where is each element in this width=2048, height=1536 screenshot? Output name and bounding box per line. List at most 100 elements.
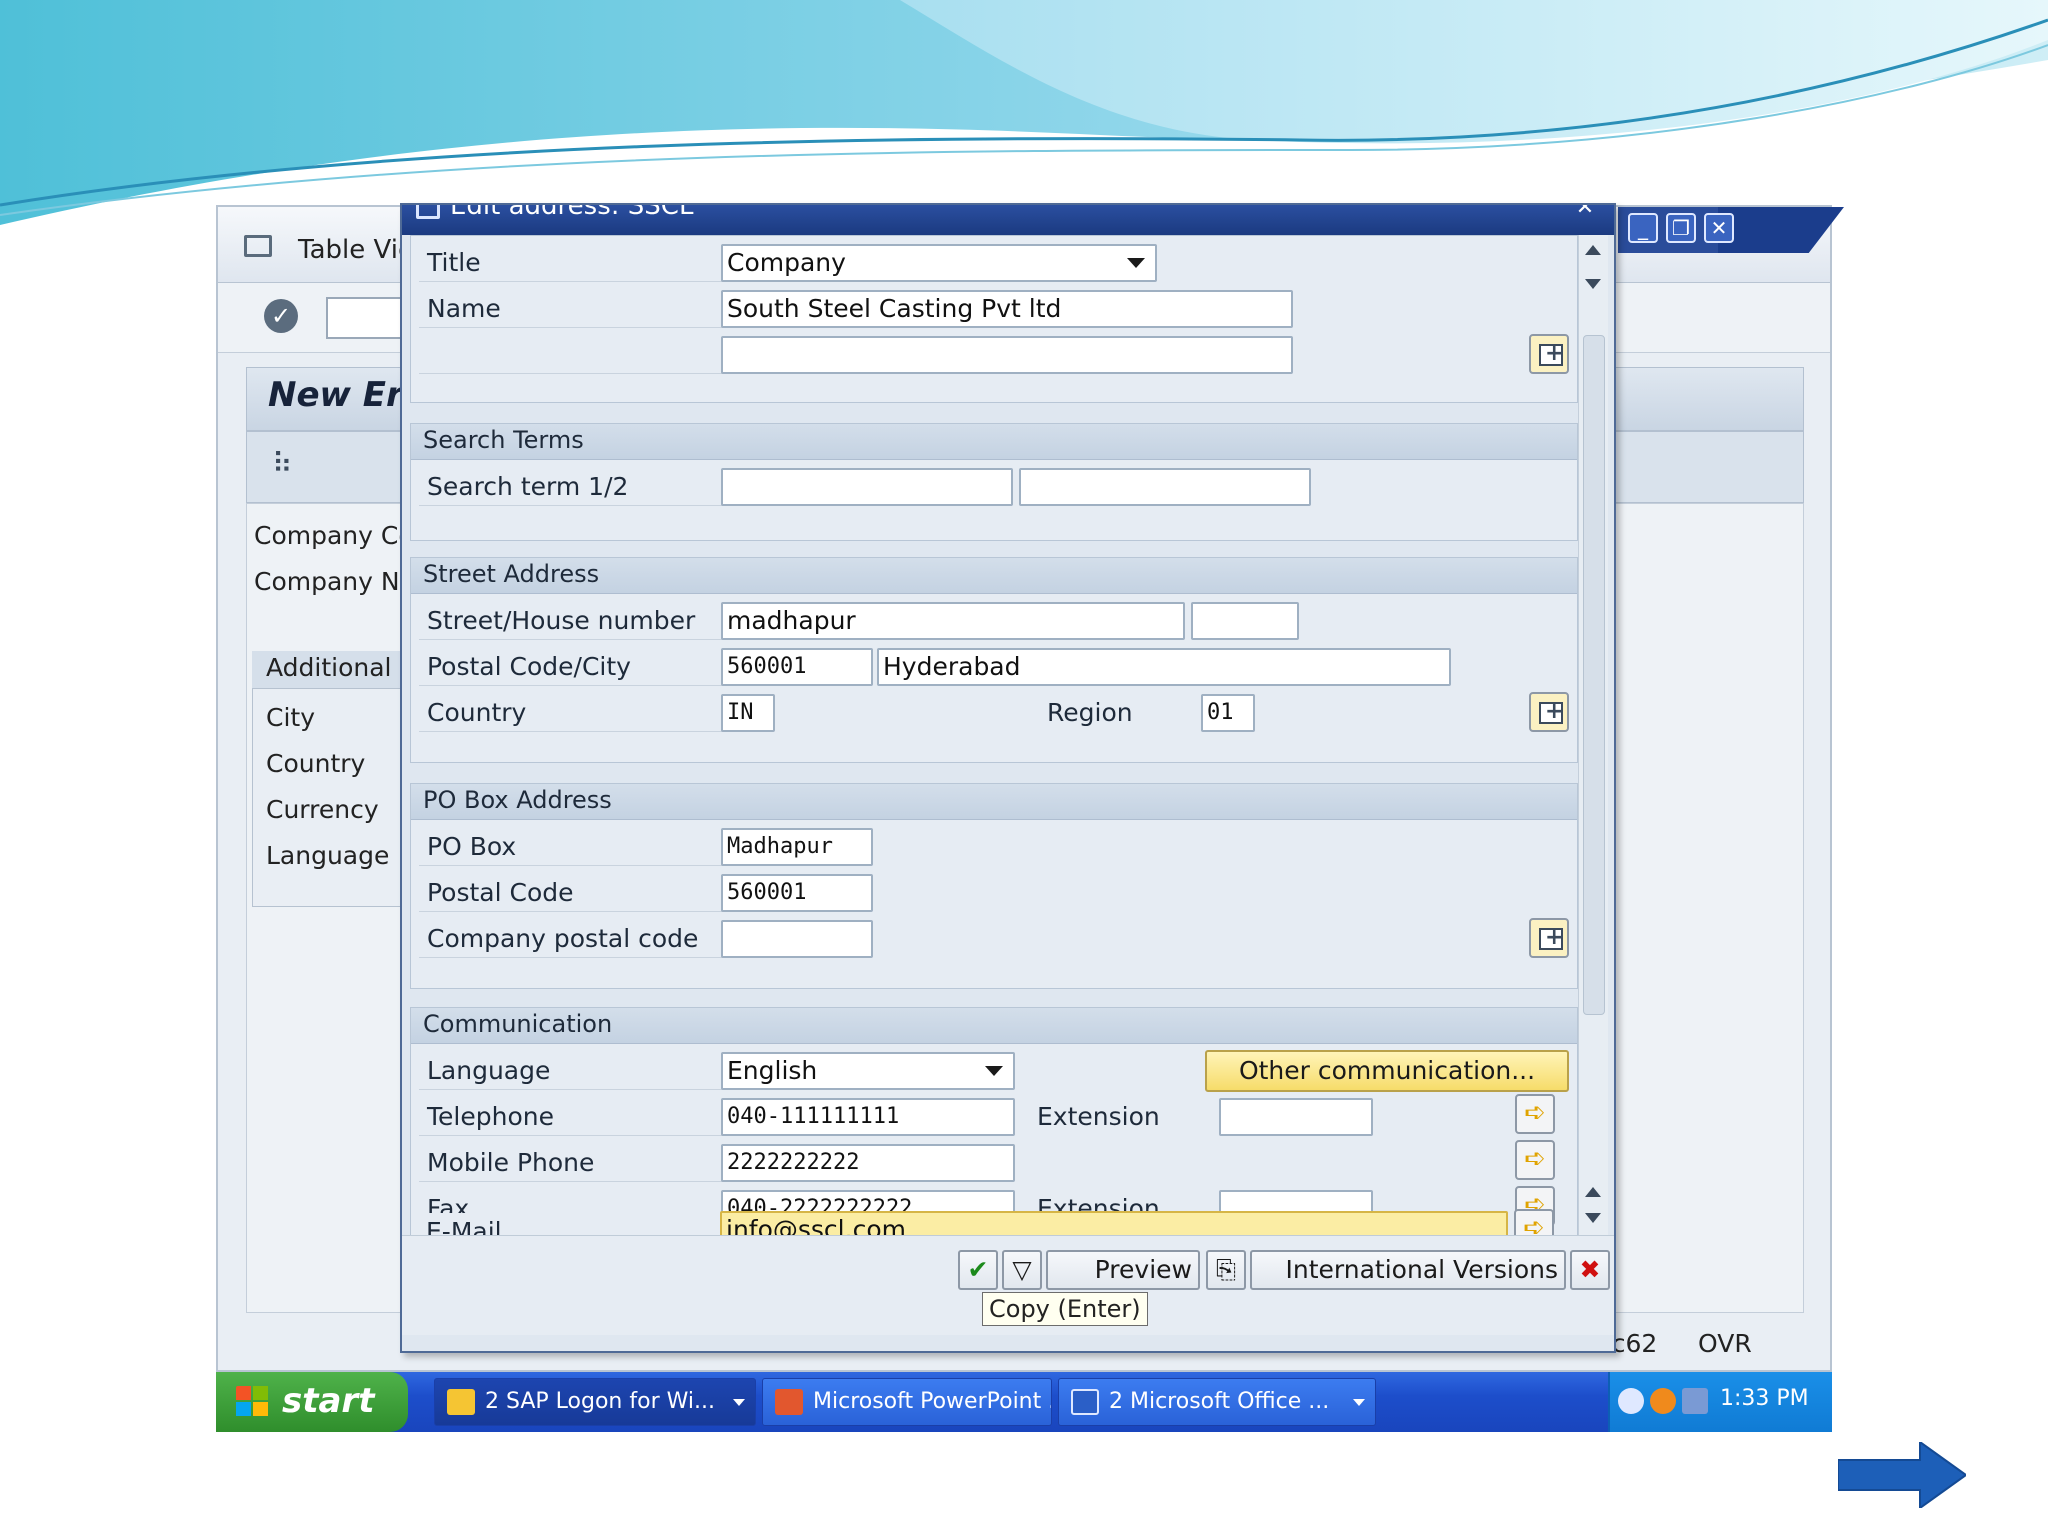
telephone-arrow-icon[interactable]: ➪ [1515,1094,1555,1134]
clock: 1:33 PM [1720,1386,1809,1411]
telephone-extension-field[interactable] [1219,1098,1373,1136]
city-field[interactable]: Hyderabad [877,648,1451,686]
sap-logon-icon [447,1389,475,1415]
status-mode: OVR [1698,1329,1752,1358]
hierarchy-icon[interactable]: ⠷ [272,447,293,480]
dialog-title-bar: Edit address: SSCL ✕ [402,205,1614,235]
show-hidden-icons-icon[interactable] [1618,1388,1644,1414]
menu-table-view[interactable]: Table Vie [298,235,414,265]
po-box-group: PO Box Address PO Box Madhapur Postal Co… [410,783,1578,989]
network-icon[interactable] [1682,1388,1708,1414]
expand-name-icon[interactable] [1529,334,1569,374]
name-label: Name [419,290,725,328]
scroll-thumb[interactable] [1583,335,1605,1015]
house-number-field[interactable] [1191,602,1299,640]
label-language: Language [266,841,390,870]
region-field[interactable]: 01 [1201,694,1255,732]
region-label: Region [1047,698,1133,727]
minimize-icon[interactable]: _ [1628,213,1658,243]
windows-logo-icon [236,1386,270,1418]
preview-label: Preview [1094,1255,1192,1284]
scroll-down-icon[interactable] [1585,1213,1601,1223]
chevron-down-icon[interactable] [985,1066,1003,1076]
international-versions-button[interactable]: International Versions [1250,1250,1566,1290]
cancel-x-icon[interactable]: ✖ [1570,1250,1610,1290]
search-term-1-field[interactable] [721,468,1013,506]
scroll-up-icon[interactable] [1585,245,1601,255]
mobile-field[interactable]: 2222222222 [721,1144,1015,1182]
dialog-body: Title Company Name South Steel Casting P… [410,235,1578,1235]
country-label: Country [419,694,725,732]
po-postal-field[interactable]: 560001 [721,874,873,912]
search-terms-header: Search Terms [411,424,1577,460]
postal-code-field[interactable]: 560001 [721,648,873,686]
preview-button[interactable]: Preview [1046,1250,1200,1290]
dialog-icon [416,205,440,219]
telephone-label: Telephone [419,1098,725,1136]
search-term-label: Search term 1/2 [419,468,725,506]
next-arrow-icon[interactable] [1838,1442,1966,1508]
edit-address-dialog: Edit address: SSCL ✕ Title Company Name … [400,203,1616,1353]
task-label: Microsoft PowerPoint ... [813,1389,1052,1414]
language-select[interactable]: English [721,1052,1015,1090]
restore-icon[interactable]: ❐ [1666,213,1696,243]
search-term-2-field[interactable] [1019,468,1311,506]
command-field[interactable] [326,297,406,339]
communication-header: Communication [411,1008,1577,1044]
copy-icon[interactable]: ▽ [1002,1250,1042,1290]
international-versions-label: International Versions [1285,1255,1558,1284]
enter-check-icon[interactable]: ✓ [264,299,298,333]
name-field[interactable]: South Steel Casting Pvt ltd [721,290,1293,328]
task-label: 2 Microsoft Office ... [1109,1389,1330,1414]
other-communication-button[interactable]: Other communication... [1205,1050,1569,1092]
dialog-scrollbar[interactable] [1578,235,1608,1235]
chevron-down-icon [1353,1399,1365,1406]
po-box-field[interactable]: Madhapur [721,828,873,866]
expand-street-icon[interactable] [1529,692,1569,732]
company-postal-field[interactable] [721,920,873,958]
close-window-icon[interactable]: ✕ [1704,213,1734,243]
language-value: English [727,1056,818,1085]
mobile-arrow-icon[interactable]: ➪ [1515,1140,1555,1180]
communication-group: Communication Language English Other com… [410,1007,1578,1235]
task-sap-logon[interactable]: 2 SAP Logon for Wi... [434,1378,756,1426]
street-address-header: Street Address [411,558,1577,594]
po-box-title: PO Box Address [423,786,612,814]
task-powerpoint[interactable]: Microsoft PowerPoint ... [762,1378,1052,1426]
postal-city-label: Postal Code/City [419,648,725,686]
label-city: City [266,703,315,732]
start-button[interactable]: start [216,1372,408,1432]
dialog-close-icon[interactable]: ✕ [1570,205,1600,221]
scroll-page-down-icon[interactable] [1585,279,1601,289]
mobile-label: Mobile Phone [419,1144,725,1182]
system-tray: 1:33 PM [1608,1372,1832,1432]
scroll-page-up-icon[interactable] [1585,1187,1601,1197]
label-country: Country [266,749,366,778]
country-field[interactable]: IN [721,694,775,732]
chevron-down-icon[interactable] [1127,258,1145,268]
po-box-header: PO Box Address [411,784,1577,820]
telephone-extension-label: Extension [1037,1102,1160,1131]
street-label: Street/House number [419,602,725,640]
task-label: 2 SAP Logon for Wi... [485,1389,715,1414]
powerpoint-icon [775,1389,803,1415]
street-address-title: Street Address [423,560,600,588]
company-postal-label: Company postal code [419,920,725,958]
email-arrow-icon[interactable]: ➪ [1514,1209,1554,1235]
confirm-check-icon[interactable]: ✔ [958,1250,998,1290]
table-view-menu-icon[interactable] [244,235,272,257]
task-microsoft-office[interactable]: 2 Microsoft Office ... [1058,1378,1376,1426]
email-field[interactable]: info@sscl.com [720,1211,1508,1235]
title-select[interactable]: Company [721,244,1157,282]
security-icon[interactable] [1650,1388,1676,1414]
telephone-field[interactable]: 040-111111111 [721,1098,1015,1136]
page-title: New Er [268,375,403,415]
expand-po-box-icon[interactable] [1529,918,1569,958]
street-field[interactable]: madhapur [721,602,1185,640]
change-icon[interactable]: ⎘ [1206,1250,1246,1290]
word-icon [1071,1389,1099,1415]
dialog-title: Edit address: SSCL [450,203,694,221]
communication-title: Communication [423,1010,613,1038]
search-terms-title: Search Terms [423,426,584,454]
name2-field[interactable] [721,336,1293,374]
